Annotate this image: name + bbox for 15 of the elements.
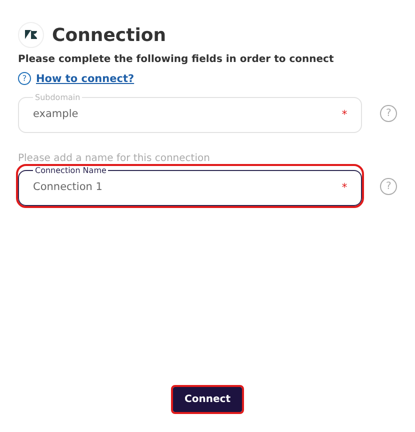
help-icon: ? xyxy=(18,72,31,85)
field-label: Connection Name xyxy=(34,166,108,175)
text-field[interactable]: Connection Name Connection 1 * xyxy=(18,166,362,206)
required-mark: * xyxy=(342,180,348,194)
connect-button[interactable]: Connect xyxy=(172,387,242,412)
instructions-text: Please complete the following fields in order to connect xyxy=(18,54,335,65)
page-title: Connection xyxy=(52,24,166,46)
logo-icon xyxy=(18,22,44,48)
field-hint: Please add a name for this connection xyxy=(18,153,211,164)
how-to-connect-link[interactable]: How to connect? xyxy=(36,72,134,84)
field-value: Connection 1 xyxy=(33,181,102,193)
field-label: Subdomain xyxy=(34,93,82,102)
field-value: example xyxy=(33,108,78,120)
text-field[interactable]: Subdomain example * xyxy=(18,93,362,133)
required-mark: * xyxy=(342,108,348,120)
